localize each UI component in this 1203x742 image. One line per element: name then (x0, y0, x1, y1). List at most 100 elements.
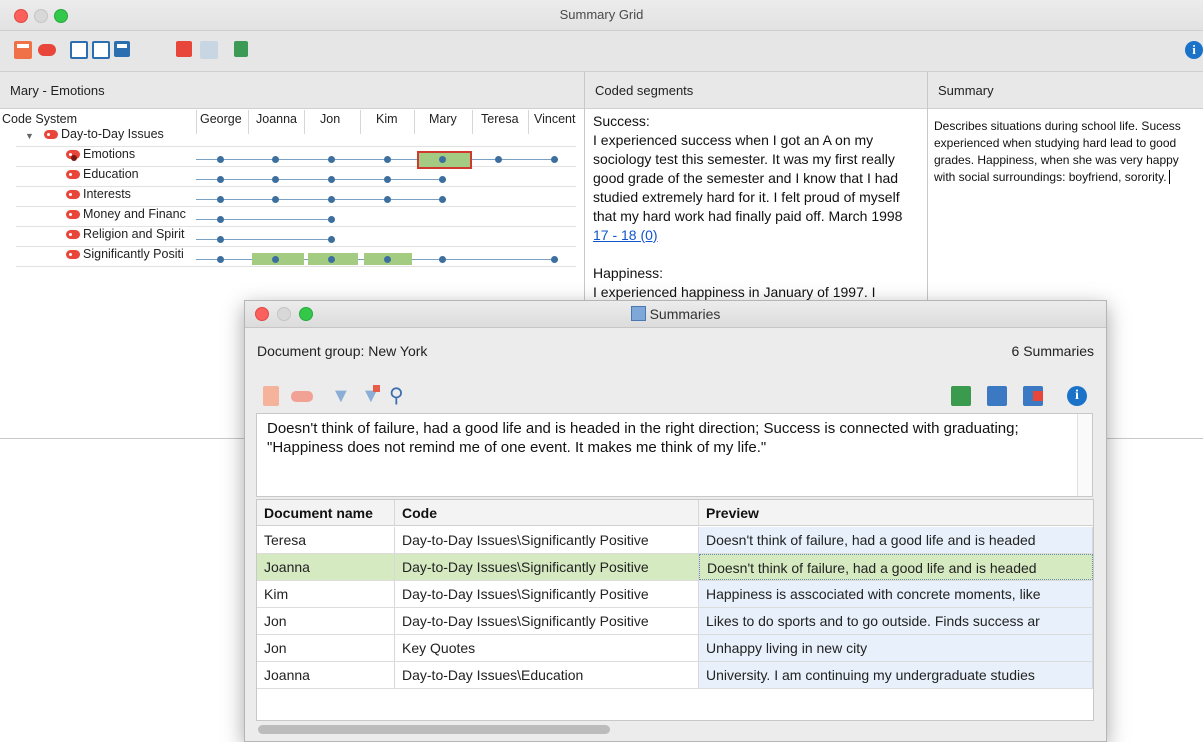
column-header-preview[interactable]: Preview (699, 500, 1093, 526)
code-interests[interactable]: Interests (66, 187, 131, 201)
table-row[interactable]: Jon Key Quotes Unhappy living in new cit… (257, 635, 1093, 662)
toolbar: i (0, 31, 1203, 72)
grid-dot[interactable] (272, 196, 279, 203)
table-layout-icon[interactable] (114, 41, 130, 57)
grid-dot[interactable] (384, 176, 391, 183)
cell-code: Day-to-Day Issues\Significantly Positive (395, 554, 699, 580)
coded-segments-text[interactable]: Success: I experienced success when I go… (593, 112, 923, 302)
code-education[interactable]: Education (66, 167, 139, 181)
info-icon[interactable]: i (1067, 386, 1087, 406)
grid-dot[interactable] (439, 196, 446, 203)
code-tag-icon (66, 190, 80, 200)
column-header-vincent[interactable]: Vincent (534, 112, 575, 126)
grid-dot[interactable] (217, 176, 224, 183)
column-layout-icon[interactable] (70, 41, 88, 59)
code-label: Day-to-Day Issues (61, 127, 164, 141)
grid-dot[interactable] (551, 256, 558, 263)
grid-dot[interactable] (328, 256, 335, 263)
code-money-and-finance[interactable]: Money and Financ (66, 207, 186, 221)
grid-connector-line (196, 179, 446, 180)
code-tag-icon (66, 210, 80, 220)
grid-row-line (16, 246, 576, 247)
summary-editor[interactable]: Describes situations during school life.… (934, 118, 1196, 186)
code-matrix-icon[interactable] (176, 41, 192, 57)
code-significantly-positive[interactable]: Significantly Positi (66, 247, 184, 261)
code-icon[interactable] (291, 391, 313, 402)
grid-dot[interactable] (272, 176, 279, 183)
grid-dot[interactable] (439, 176, 446, 183)
code-day-to-day-issues[interactable]: Day-to-Day Issues (44, 127, 164, 141)
column-divider (248, 110, 249, 134)
filter-icon[interactable]: ▼ (331, 386, 351, 406)
info-icon[interactable]: i (1185, 41, 1203, 59)
column-header-joanna[interactable]: Joanna (256, 112, 297, 126)
summary-table-export-icon[interactable] (987, 386, 1007, 406)
search-icon[interactable]: ⚲ (389, 386, 409, 406)
column-header-george[interactable]: George (200, 112, 242, 126)
summary-count: 6 Summaries (1011, 343, 1094, 359)
grid-pane-header: Mary - Emotions (0, 72, 584, 109)
grid-dot[interactable] (328, 196, 335, 203)
grid-dot[interactable] (384, 196, 391, 203)
column-header-teresa[interactable]: Teresa (481, 112, 519, 126)
segment-link[interactable]: 17 - 18 (0) (593, 227, 658, 243)
window-title: Summary Grid (559, 7, 644, 22)
column-header-jon[interactable]: Jon (320, 112, 340, 126)
grid-row-line (16, 166, 576, 167)
code-tag-icon (66, 230, 80, 240)
column-header-document-name[interactable]: Document name (257, 500, 395, 526)
code-religion-and-spirit[interactable]: Religion and Spirit (66, 227, 184, 241)
code-tag-icon (44, 130, 58, 140)
grid-dot[interactable] (495, 156, 502, 163)
coded-pane-header: Coded segments (585, 72, 927, 109)
grid-dot[interactable] (328, 236, 335, 243)
column-header-code[interactable]: Code (395, 500, 699, 526)
grid-dot[interactable] (217, 256, 224, 263)
grid-row-line (16, 226, 576, 227)
grid-dot[interactable] (328, 176, 335, 183)
grid-nodes-icon[interactable] (200, 41, 218, 59)
cell-document-name: Joanna (257, 662, 395, 688)
code-label: Religion and Spirit (83, 227, 185, 241)
grid-dot[interactable] (439, 256, 446, 263)
summary-text-area[interactable]: Doesn't think of failure, had a good lif… (256, 413, 1093, 497)
table-row[interactable]: Jon Day-to-Day Issues\Significantly Posi… (257, 608, 1093, 635)
grid-dot[interactable] (272, 256, 279, 263)
grid-dot[interactable] (328, 156, 335, 163)
grid-dot[interactable] (384, 256, 391, 263)
document-icon[interactable] (14, 41, 32, 59)
cell-code: Day-to-Day Issues\Education (395, 662, 699, 688)
code-icon[interactable] (38, 44, 56, 56)
summaries-table: Document name Code Preview Teresa Day-to… (256, 499, 1094, 721)
grid-dot[interactable] (217, 236, 224, 243)
table-row-selected[interactable]: Joanna Day-to-Day Issues\Significantly P… (257, 554, 1093, 581)
table-row[interactable]: Joanna Day-to-Day Issues\Education Unive… (257, 662, 1093, 689)
summary-table-icon[interactable] (234, 41, 248, 57)
table-row[interactable]: Kim Day-to-Day Issues\Significantly Posi… (257, 581, 1093, 608)
grid-dot[interactable] (217, 156, 224, 163)
grid-dot[interactable] (439, 156, 446, 163)
grid-connector-line (196, 159, 558, 160)
table-row[interactable]: Teresa Day-to-Day Issues\Significantly P… (257, 527, 1093, 554)
document-icon[interactable] (263, 386, 279, 406)
split-layout-icon[interactable] (92, 41, 110, 59)
column-divider (196, 110, 197, 134)
grid-dot[interactable] (272, 156, 279, 163)
code-label: Emotions (83, 147, 136, 161)
excel-export-icon[interactable] (951, 386, 971, 406)
dialog-title-bar: Summaries (245, 301, 1106, 328)
column-divider (304, 110, 305, 134)
horizontal-scrollbar[interactable] (258, 725, 610, 734)
cell-document-name: Joanna (257, 554, 395, 580)
grid-dot[interactable] (217, 216, 224, 223)
column-header-kim[interactable]: Kim (376, 112, 398, 126)
grid-dot[interactable] (328, 216, 335, 223)
column-header-mary[interactable]: Mary (429, 112, 457, 126)
clear-mark-icon (373, 385, 380, 392)
grid-dot[interactable] (384, 156, 391, 163)
summary-pane-header: Summary (928, 72, 1203, 109)
grid-dot[interactable] (217, 196, 224, 203)
grid-dot[interactable] (551, 156, 558, 163)
memo-scrollbar[interactable] (1077, 414, 1092, 496)
disclosure-triangle-icon[interactable]: ▼ (25, 131, 34, 141)
